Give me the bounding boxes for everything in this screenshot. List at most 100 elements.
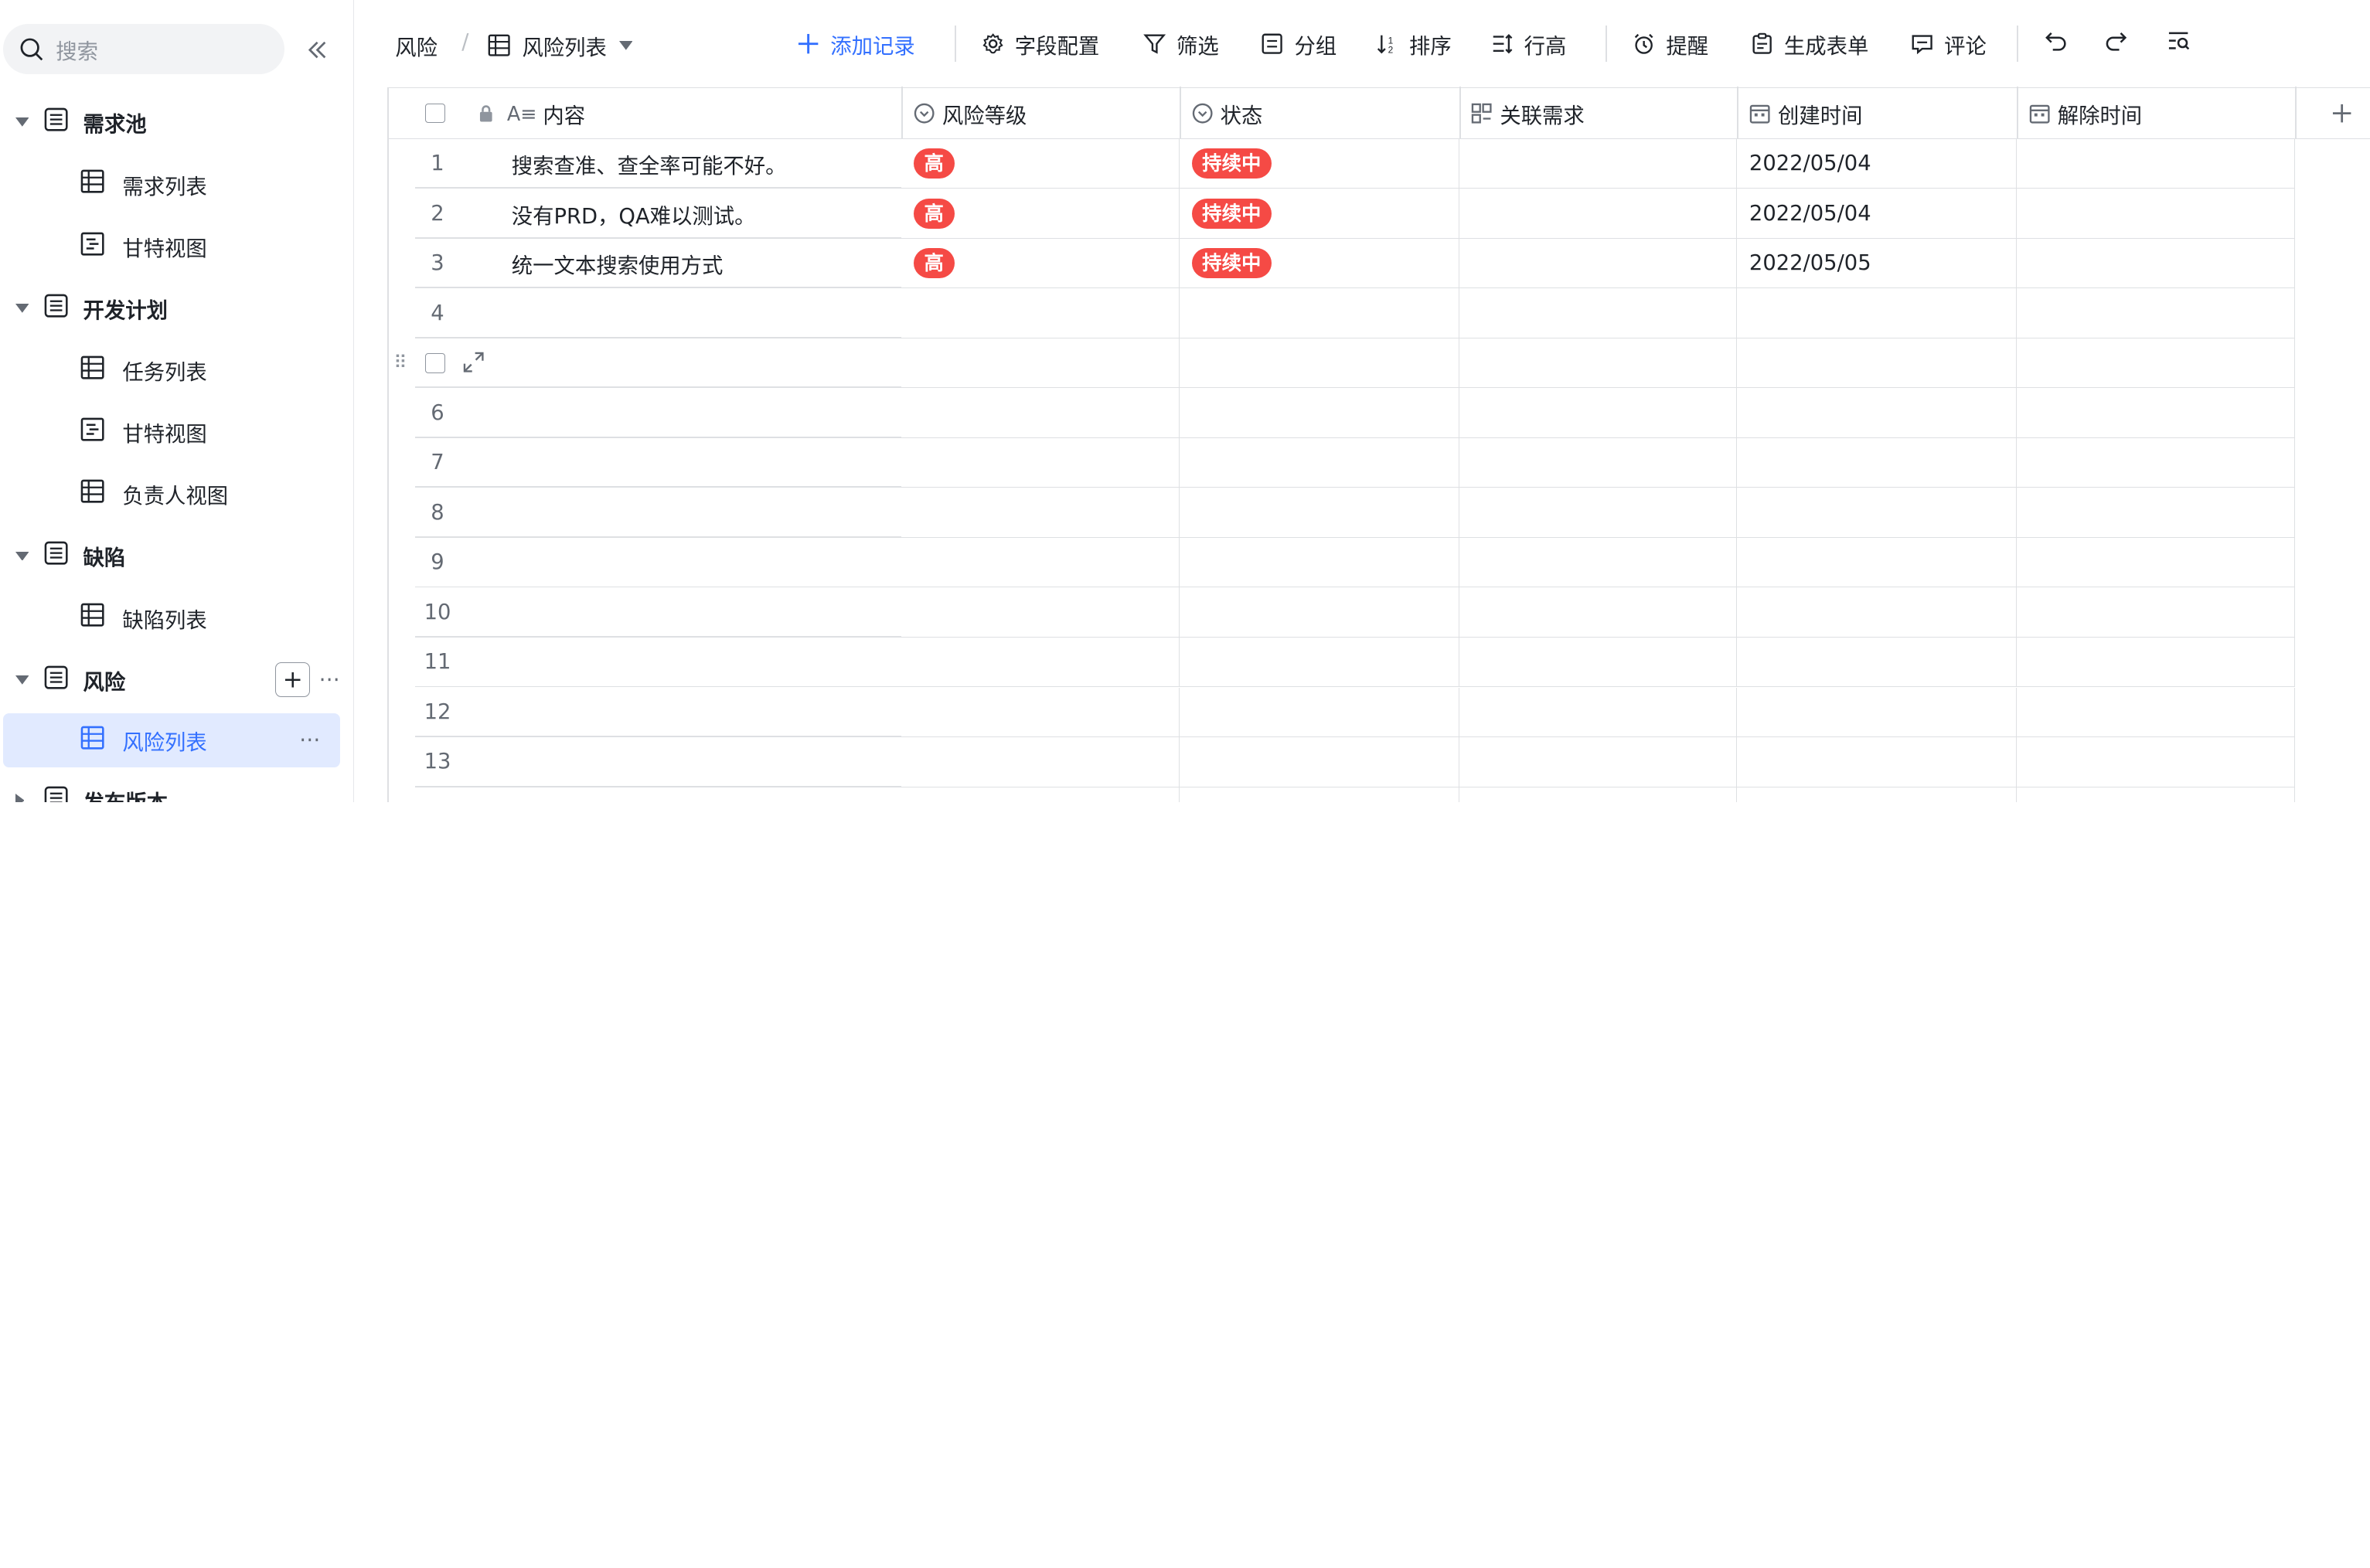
cell-risk-level[interactable] bbox=[901, 488, 1180, 538]
cell-status[interactable]: 持续中 bbox=[1179, 138, 1459, 189]
table-row[interactable]: 9 bbox=[387, 537, 2295, 588]
sidebar-item-gantt-view[interactable]: 甘特视图 bbox=[0, 219, 353, 273]
cell-status[interactable] bbox=[1179, 587, 1459, 638]
cell-created-time[interactable] bbox=[1737, 587, 2017, 638]
cell-content[interactable]: 没有PRD，QA难以测试。 bbox=[512, 189, 901, 239]
sidebar-group-releases[interactable]: 发布版本 bbox=[0, 774, 353, 803]
cell-related-requirement[interactable] bbox=[1459, 737, 1738, 787]
col-header-status[interactable]: 状态 bbox=[1192, 98, 1262, 129]
view-switcher[interactable]: 风险列表 bbox=[488, 30, 633, 61]
cell-resolved-time[interactable] bbox=[2016, 288, 2295, 338]
cell-status[interactable] bbox=[1180, 787, 1459, 803]
cell-resolved-time[interactable] bbox=[2016, 637, 2295, 688]
table-row[interactable]: 1 搜索查准、查全率可能不好。高 持续中 2022/05/04 bbox=[387, 138, 2295, 189]
cell-created-time[interactable]: 2022/05/04 bbox=[1737, 189, 2017, 239]
cell-risk-level[interactable] bbox=[901, 288, 1180, 338]
cell-risk-level[interactable] bbox=[901, 537, 1180, 588]
cell-status[interactable] bbox=[1179, 737, 1459, 787]
sidebar-group-defects[interactable]: 缺陷 bbox=[0, 529, 353, 583]
cell-content[interactable] bbox=[512, 338, 901, 389]
cell-resolved-time[interactable] bbox=[2016, 587, 2295, 638]
cell-resolved-time[interactable] bbox=[2016, 537, 2295, 588]
row-checkbox[interactable] bbox=[425, 353, 445, 373]
row-height-button[interactable]: 行高 bbox=[1491, 29, 1566, 60]
cell-created-time[interactable]: 2022/05/04 bbox=[1737, 138, 2017, 189]
cell-status[interactable] bbox=[1179, 687, 1459, 737]
cell-related-requirement[interactable] bbox=[1459, 388, 1738, 438]
drag-handle-icon[interactable]: ⠿ bbox=[393, 351, 407, 375]
caret-down-icon[interactable] bbox=[15, 117, 29, 128]
breadcrumb-root[interactable]: 风险 bbox=[395, 30, 438, 61]
table-row[interactable]: 10 bbox=[387, 587, 2295, 638]
cell-status[interactable] bbox=[1179, 388, 1459, 438]
cell-created-time[interactable] bbox=[1737, 338, 2017, 389]
cell-related-requirement[interactable] bbox=[1459, 488, 1738, 538]
filter-button[interactable]: 筛选 bbox=[1143, 29, 1219, 60]
cell-risk-level[interactable] bbox=[901, 637, 1180, 688]
table-row[interactable]: 2 没有PRD，QA难以测试。高 持续中 2022/05/04 bbox=[387, 189, 2295, 239]
col-header-related-requirement[interactable]: 关联需求 bbox=[1471, 98, 1585, 129]
redo-button[interactable] bbox=[2104, 29, 2128, 53]
cell-related-requirement[interactable] bbox=[1459, 138, 1738, 189]
caret-down-icon[interactable] bbox=[15, 303, 29, 313]
add-column-icon[interactable] bbox=[2331, 103, 2352, 124]
more-icon[interactable]: ⋯ bbox=[299, 728, 322, 752]
table-row[interactable]: ⠿ bbox=[387, 338, 2295, 389]
caret-down-icon[interactable] bbox=[15, 551, 29, 561]
cell-content[interactable] bbox=[512, 538, 901, 588]
sort-button[interactable]: 12 排序 bbox=[1376, 29, 1452, 60]
cell-created-time[interactable] bbox=[1737, 537, 2017, 588]
table-row[interactable]: 3 统一文本搜索使用方式高 持续中 2022/05/05 bbox=[387, 238, 2295, 289]
sidebar-item-defect-list[interactable]: 缺陷列表 bbox=[0, 590, 353, 645]
col-header-resolved-time[interactable]: 解除时间 bbox=[2029, 98, 2142, 129]
table-row[interactable]: 14 bbox=[387, 787, 2295, 803]
cell-created-time[interactable] bbox=[1737, 637, 2017, 688]
cell-status[interactable] bbox=[1179, 637, 1459, 688]
cell-content[interactable]: 统一文本搜索使用方式 bbox=[512, 239, 901, 289]
cell-created-time[interactable] bbox=[1737, 737, 2017, 787]
cell-risk-level[interactable]: 高 bbox=[901, 238, 1180, 289]
cell-risk-level[interactable] bbox=[901, 437, 1180, 488]
cell-related-requirement[interactable] bbox=[1459, 787, 1738, 803]
cell-related-requirement[interactable] bbox=[1459, 637, 1738, 688]
cell-risk-level[interactable] bbox=[901, 787, 1180, 803]
sidebar-group-requirements[interactable]: 需求池 bbox=[0, 95, 353, 149]
cell-resolved-time[interactable] bbox=[2016, 687, 2295, 737]
sidebar-item-risk-list[interactable]: 风险列表 ⋯ bbox=[2, 713, 340, 768]
cell-status[interactable] bbox=[1179, 288, 1459, 338]
cell-risk-level[interactable]: 高 bbox=[901, 138, 1180, 189]
cell-resolved-time[interactable] bbox=[2016, 138, 2295, 189]
cell-related-requirement[interactable] bbox=[1459, 288, 1738, 338]
sidebar-group-risks[interactable]: 风险 ⋯ bbox=[0, 653, 353, 707]
cell-created-time[interactable] bbox=[1737, 488, 2017, 538]
cell-status[interactable]: 持续中 bbox=[1179, 189, 1459, 239]
cell-related-requirement[interactable] bbox=[1459, 537, 1738, 588]
cell-status[interactable]: 持续中 bbox=[1179, 238, 1459, 289]
comment-button[interactable]: 评论 bbox=[1911, 29, 1987, 60]
field-config-button[interactable]: 字段配置 bbox=[982, 29, 1099, 60]
cell-content[interactable] bbox=[512, 438, 901, 488]
search-records-button[interactable] bbox=[2167, 29, 2191, 53]
cell-risk-level[interactable] bbox=[901, 737, 1180, 787]
cell-content[interactable] bbox=[512, 787, 901, 803]
reminder-button[interactable]: 提醒 bbox=[1633, 29, 1708, 60]
cell-resolved-time[interactable] bbox=[2016, 189, 2295, 239]
table-row[interactable]: 4 bbox=[387, 288, 2295, 338]
cell-status[interactable] bbox=[1179, 537, 1459, 588]
search-input[interactable]: 搜索 bbox=[2, 24, 284, 74]
cell-related-requirement[interactable] bbox=[1459, 437, 1738, 488]
cell-resolved-time[interactable] bbox=[2017, 787, 2295, 803]
caret-down-icon[interactable] bbox=[15, 675, 29, 685]
cell-content[interactable] bbox=[512, 587, 901, 638]
cell-resolved-time[interactable] bbox=[2016, 238, 2295, 289]
table-row[interactable]: 8 bbox=[387, 488, 2295, 538]
cell-related-requirement[interactable] bbox=[1459, 189, 1738, 239]
cell-content[interactable]: 搜索查准、查全率可能不好。 bbox=[512, 139, 901, 189]
add-record-button[interactable]: 添加记录 bbox=[797, 29, 915, 60]
cell-risk-level[interactable] bbox=[901, 587, 1180, 638]
sidebar-group-dev-plan[interactable]: 开发计划 bbox=[0, 281, 353, 335]
col-header-risk-level[interactable]: 风险等级 bbox=[914, 98, 1027, 129]
cell-created-time[interactable]: 2022/05/05 bbox=[1737, 238, 2017, 289]
table-row[interactable]: 13 bbox=[387, 737, 2295, 787]
collapse-sidebar-icon[interactable] bbox=[304, 36, 331, 63]
